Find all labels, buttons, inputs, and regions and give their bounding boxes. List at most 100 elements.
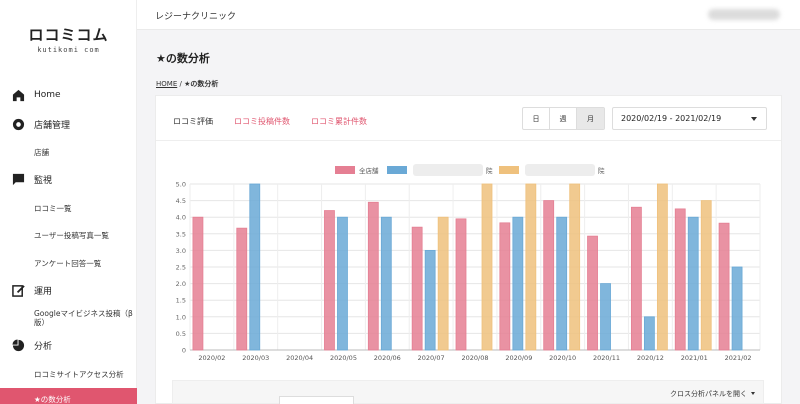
logo[interactable]: ロコミコム kutikomi com bbox=[0, 24, 137, 54]
home-icon bbox=[11, 88, 25, 102]
bar bbox=[367, 201, 379, 351]
legend-redacted bbox=[413, 164, 483, 176]
bar bbox=[337, 216, 348, 351]
pie-chart-icon bbox=[11, 338, 25, 352]
breadcrumb-separator: / bbox=[179, 80, 182, 88]
bar bbox=[731, 266, 743, 351]
x-tick-label: 2020/05 bbox=[330, 354, 357, 362]
bar bbox=[324, 210, 335, 351]
sidebar-item-label: 店舗管理 bbox=[34, 120, 71, 131]
tab-cumulative-count[interactable]: ロコミ累計件数 bbox=[311, 116, 367, 127]
bar bbox=[718, 222, 730, 351]
x-tick-label: 2020/03 bbox=[242, 354, 269, 362]
x-tick-label: 2020/10 bbox=[549, 354, 576, 362]
y-tick-label: 2.0 bbox=[176, 280, 186, 288]
logo-text: ロコミコム bbox=[28, 26, 109, 44]
bar bbox=[455, 218, 467, 351]
sidebar: ロコミコム kutikomi com Home 店舗管理 店舗 監視 ロコミ一覧… bbox=[0, 0, 137, 404]
bar bbox=[249, 183, 261, 351]
sidebar-item-store-management[interactable]: 店舗管理 bbox=[0, 113, 137, 135]
chevron-down-icon bbox=[751, 117, 757, 121]
y-tick-label: 4.0 bbox=[176, 214, 186, 222]
date-range-value: 2020/02/19 - 2021/02/19 bbox=[621, 114, 722, 123]
bar bbox=[411, 226, 423, 351]
sidebar-item-stores[interactable]: 店舗 bbox=[34, 147, 49, 158]
y-tick-label: 1.0 bbox=[176, 313, 186, 321]
edit-icon bbox=[11, 283, 25, 297]
y-tick-label: 0.5 bbox=[176, 330, 186, 338]
chevron-down-icon bbox=[751, 392, 755, 395]
period-week-button[interactable]: 週 bbox=[550, 108, 577, 129]
bar bbox=[499, 222, 511, 351]
x-tick-label: 2020/11 bbox=[593, 354, 620, 362]
x-tick-label: 2021/02 bbox=[725, 354, 752, 362]
bar bbox=[587, 235, 598, 351]
sidebar-item-user-photos[interactable]: ユーザー投稿写真一覧 bbox=[34, 230, 109, 241]
panel-select[interactable] bbox=[279, 396, 354, 404]
sidebar-item-survey[interactable]: アンケート回答一覧 bbox=[34, 258, 101, 269]
tab-post-count[interactable]: ロコミ投稿件数 bbox=[234, 116, 290, 127]
sidebar-item-site-access[interactable]: ロコミサイトアクセス分析 bbox=[34, 369, 124, 380]
bar bbox=[525, 183, 537, 351]
x-tick-label: 2020/04 bbox=[286, 354, 313, 362]
legend-label: 全店舗 bbox=[359, 166, 379, 175]
bar bbox=[236, 227, 248, 351]
logo-subtext: kutikomi com bbox=[37, 46, 100, 54]
legend-swatch bbox=[499, 166, 519, 174]
sidebar-item-label: ★の数分析 bbox=[34, 395, 71, 404]
sidebar-item-label: 監視 bbox=[34, 175, 53, 186]
x-tick-label: 2020/09 bbox=[505, 354, 532, 362]
legend-label: 院 bbox=[486, 166, 493, 175]
period-month-button[interactable]: 月 bbox=[577, 108, 604, 129]
sidebar-item-review-list[interactable]: ロコミ一覧 bbox=[34, 203, 72, 214]
y-tick-label: 5.0 bbox=[176, 181, 186, 189]
legend-redacted bbox=[525, 164, 595, 176]
x-tick-label: 2020/08 bbox=[461, 354, 488, 362]
sidebar-item-analysis[interactable]: 分析 bbox=[0, 334, 137, 356]
breadcrumb-home-link[interactable]: HOME bbox=[156, 80, 177, 88]
clinic-name: レジーナクリニック bbox=[155, 12, 237, 22]
bar bbox=[643, 316, 655, 351]
bar bbox=[512, 216, 524, 351]
divider bbox=[156, 140, 781, 141]
y-tick-label: 3.0 bbox=[176, 247, 186, 255]
bar bbox=[630, 206, 642, 351]
store-icon bbox=[11, 117, 25, 131]
period-day-button[interactable]: 日 bbox=[523, 108, 550, 129]
bar bbox=[674, 208, 686, 351]
bar bbox=[437, 216, 449, 351]
legend-swatch bbox=[387, 166, 407, 174]
bar bbox=[556, 216, 568, 351]
breadcrumb: HOME / ★の数分析 bbox=[156, 79, 218, 89]
top-bar: レジーナクリニック bbox=[137, 0, 800, 30]
rating-bar-chart: 0 0.5 1.0 1.5 2.0 2.5 3.0 3.5 4.0 4.5 5.0 2020/02 20… bbox=[176, 164, 761, 362]
bar bbox=[687, 216, 699, 351]
sidebar-item-home[interactable]: Home bbox=[0, 84, 137, 106]
x-tick-label: 2020/07 bbox=[418, 354, 445, 362]
tab-rating[interactable]: ロコミ評価 bbox=[173, 116, 213, 127]
y-tick-label: 0 bbox=[182, 347, 186, 355]
sidebar-item-monitor[interactable]: 監視 bbox=[0, 168, 137, 190]
user-menu[interactable] bbox=[708, 9, 780, 20]
sidebar-item-gbp-post[interactable]: Googleマイビジネス投稿（β版） bbox=[34, 309, 134, 327]
bar bbox=[569, 183, 581, 351]
legend-swatch bbox=[335, 166, 355, 174]
period-toggle: 日 週 月 bbox=[522, 107, 605, 130]
x-tick-label: 2020/02 bbox=[198, 354, 225, 362]
cross-analysis-toggle[interactable]: クロス分析パネルを開く bbox=[670, 389, 747, 399]
bar bbox=[600, 283, 611, 351]
bar bbox=[380, 216, 392, 351]
y-tick-label: 2.5 bbox=[176, 264, 186, 272]
date-range-picker[interactable]: 2020/02/19 - 2021/02/19 bbox=[612, 107, 767, 130]
sidebar-item-operation[interactable]: 運用 bbox=[0, 279, 137, 301]
legend-label: 院 bbox=[598, 166, 605, 175]
bar bbox=[543, 200, 555, 351]
bar bbox=[192, 216, 204, 351]
sidebar-item-star-analysis[interactable]: ★の数分析 bbox=[0, 388, 137, 404]
bar bbox=[481, 183, 493, 351]
bar bbox=[424, 250, 436, 351]
sidebar-item-label: 運用 bbox=[34, 286, 53, 297]
chat-icon bbox=[11, 172, 25, 186]
x-tick-label: 2021/01 bbox=[681, 354, 708, 362]
page-title: ★の数分析 bbox=[156, 52, 210, 65]
